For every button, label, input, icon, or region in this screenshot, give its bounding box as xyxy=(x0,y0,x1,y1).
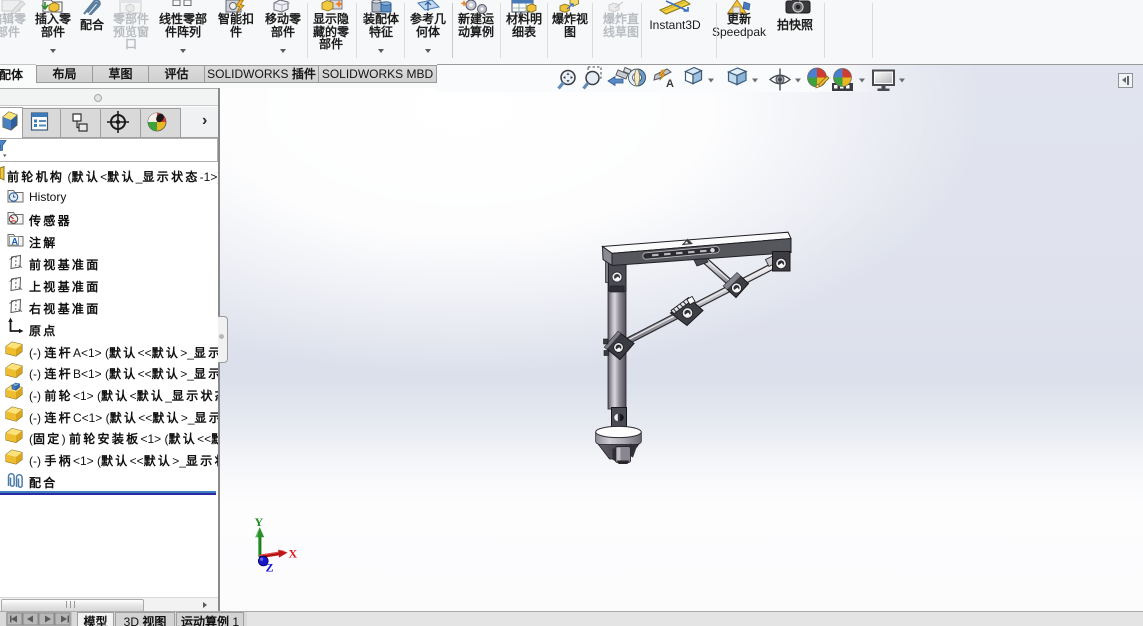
svg-text:Z: Z xyxy=(266,561,274,575)
svg-text:A: A xyxy=(12,237,19,247)
svg-text:X: X xyxy=(289,547,298,561)
svg-text:A: A xyxy=(666,78,674,90)
svg-text:Y: Y xyxy=(255,515,264,529)
